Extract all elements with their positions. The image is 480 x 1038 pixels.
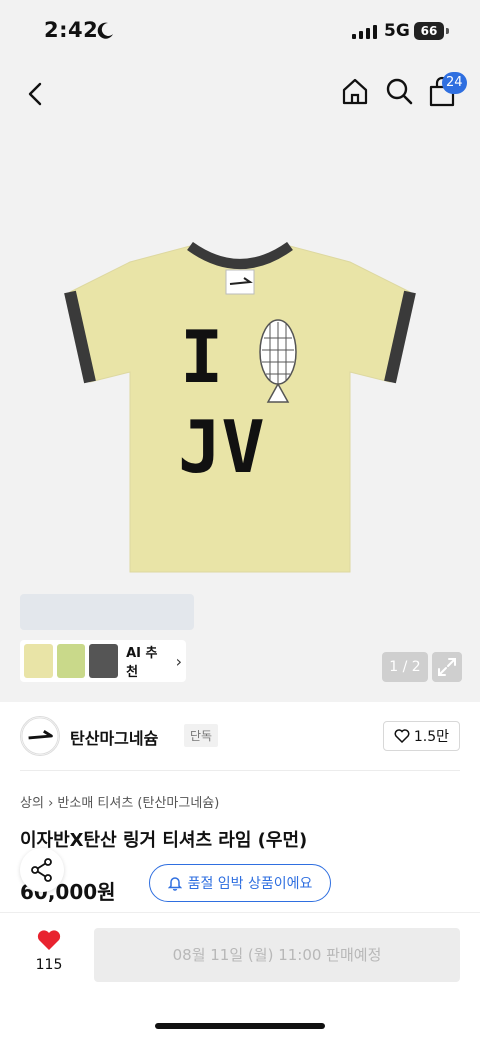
breadcrumb-separator: › xyxy=(48,796,58,811)
battery-tip xyxy=(446,28,449,34)
promo-banner[interactable] xyxy=(20,594,194,630)
heart-outline-icon xyxy=(394,729,410,743)
status-bar: 2:42 5G 66 xyxy=(0,0,480,62)
search-icon[interactable] xyxy=(384,76,414,106)
brand-like-button[interactable]: 1.5만 xyxy=(382,721,460,751)
breadcrumb: 상의 › 반소매 티셔츠 (탄산마그네슘) xyxy=(20,792,219,811)
soldout-alert-label: 품절 임박 상품이에요 xyxy=(187,876,313,892)
thumbnail-3[interactable] xyxy=(89,644,119,678)
breadcrumb-item[interactable]: 상의 xyxy=(20,796,44,811)
brand-tag: 단독 xyxy=(184,724,219,747)
brand-name[interactable]: 탄산마그네슘 xyxy=(70,725,158,749)
cart-count-badge: 24 xyxy=(442,72,467,94)
brand-row[interactable]: 탄산마그네슘 단독 1.5만 xyxy=(20,712,460,760)
page-indicator: 1 / 2 xyxy=(382,652,428,682)
back-icon[interactable] xyxy=(22,80,50,108)
like-count: 115 xyxy=(35,957,63,973)
heart-filled-icon xyxy=(37,930,61,950)
brand-logo[interactable] xyxy=(20,716,60,756)
purchase-button[interactable]: 08월 11일 (월) 11:00 판매예정 xyxy=(94,928,460,982)
breadcrumb-item[interactable]: 반소매 티셔츠 (탄산마그네슘) xyxy=(57,796,219,811)
network-label: 5G xyxy=(384,21,410,41)
home-indicator xyxy=(155,1023,325,1029)
shirt-print-jv: JV xyxy=(178,405,265,489)
bottom-bar: 115 08월 11일 (월) 11:00 판매예정 xyxy=(0,912,480,1038)
moon-icon xyxy=(97,22,113,39)
status-time: 2:42 xyxy=(44,18,99,42)
ai-recommend-strip[interactable]: AI 추천 › xyxy=(20,640,186,682)
share-icon[interactable] xyxy=(20,848,64,892)
thumbnail-2[interactable] xyxy=(56,644,86,678)
shirt-print-i: I xyxy=(180,315,223,399)
battery-icon: 66 xyxy=(414,22,444,40)
brand-like-count: 1.5만 xyxy=(413,729,449,745)
product-title: 이자반X탄산 링거 티셔츠 라임 (우먼) xyxy=(20,830,308,851)
ai-recommend-label: AI 추천 xyxy=(126,646,158,680)
soldout-alert-button[interactable]: 품절 임박 상품이에요 xyxy=(149,864,331,902)
like-button[interactable]: 115 xyxy=(30,929,68,989)
divider xyxy=(20,770,460,771)
product-gallery[interactable]: 24 I JV AI 추천 › 1 / 2 xyxy=(0,62,480,702)
signal-icon xyxy=(352,25,377,39)
thumbnail-1[interactable] xyxy=(24,644,53,678)
home-icon[interactable] xyxy=(340,76,370,106)
expand-icon[interactable] xyxy=(432,652,462,682)
bell-icon xyxy=(167,877,182,891)
chevron-right-icon: › xyxy=(175,651,182,671)
product-image: I JV xyxy=(64,242,416,573)
